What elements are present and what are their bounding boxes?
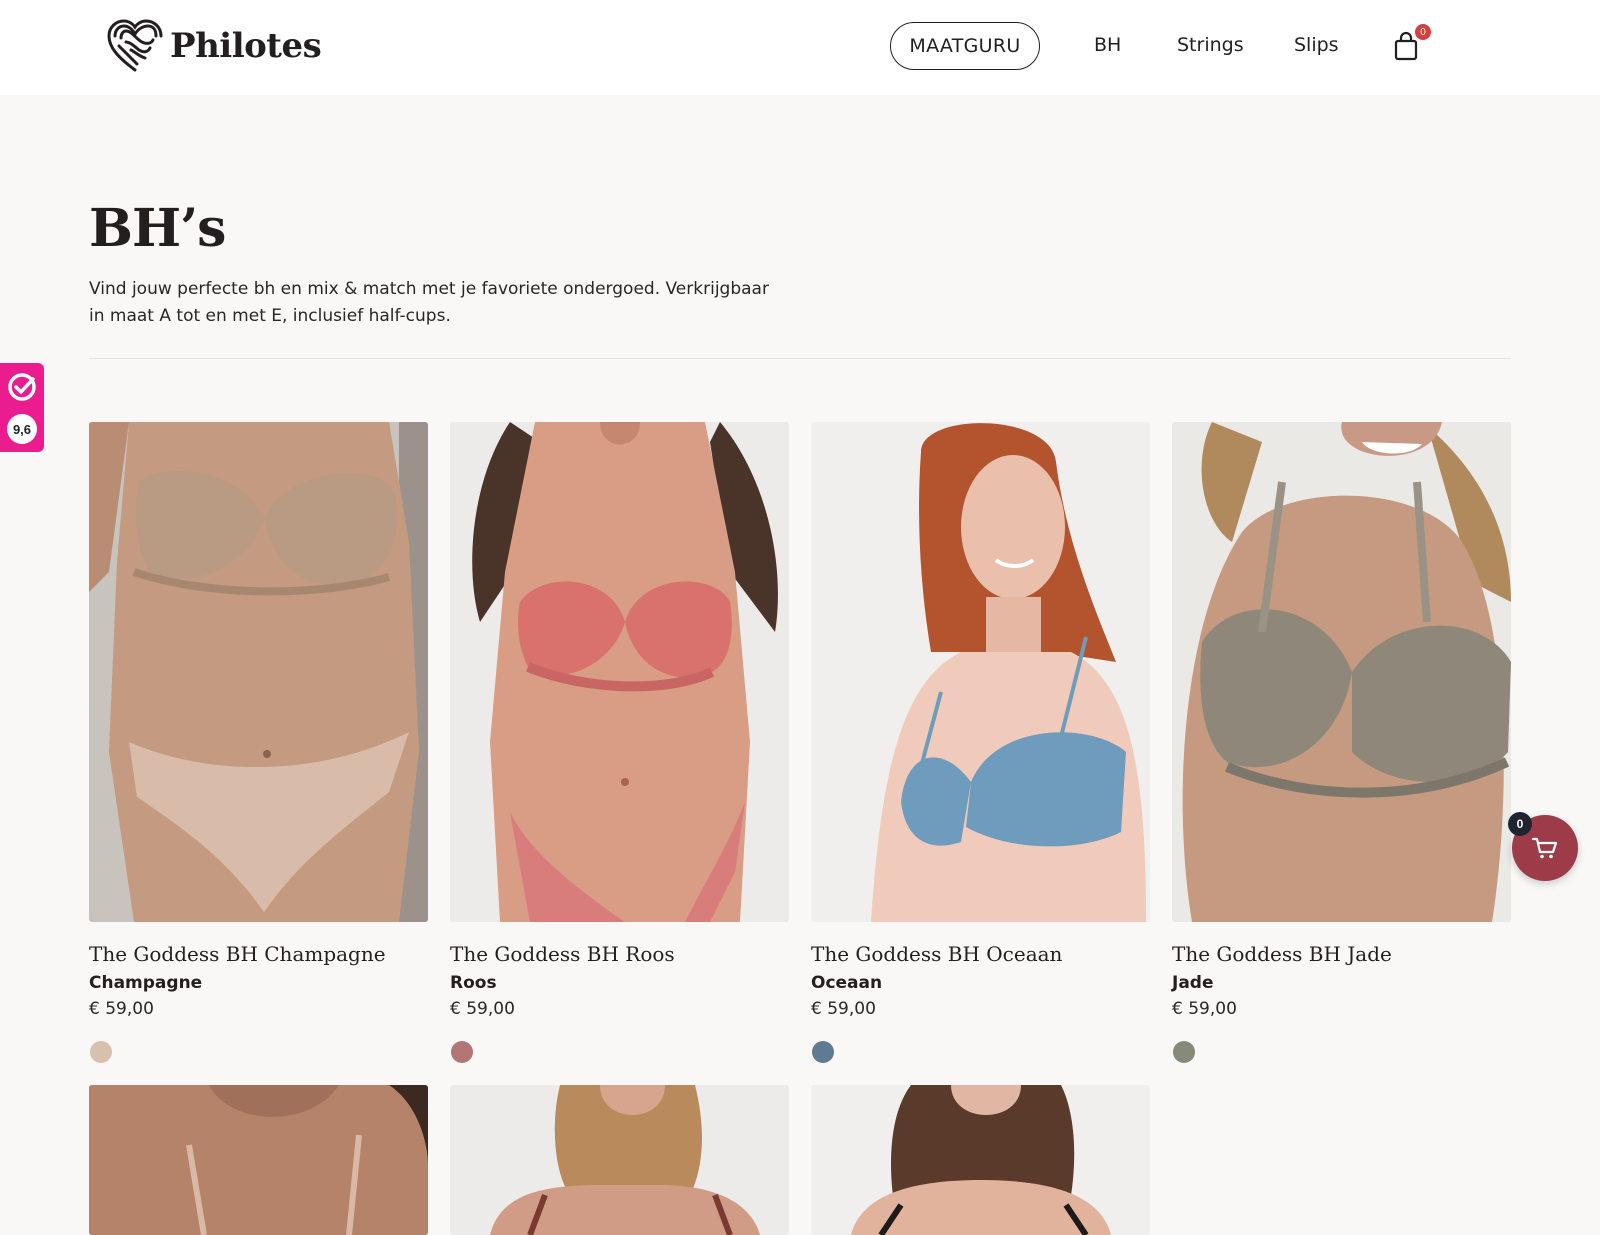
product-name[interactable]: The Goddess BH Champagne: [89, 942, 428, 966]
product-image[interactable]: [89, 422, 428, 922]
model-photo: [1172, 422, 1511, 922]
cart-icon: [1531, 837, 1558, 859]
product-color: Jade: [1172, 973, 1214, 993]
product-name[interactable]: The Goddess BH Roos: [450, 942, 789, 966]
product-image[interactable]: [450, 422, 789, 922]
divider: [89, 358, 1511, 359]
color-swatch[interactable]: [90, 1041, 112, 1063]
site-header: Philotes MAATGURU BH Strings Slips 0: [0, 0, 1600, 95]
cart-count-badge: 0: [1415, 24, 1431, 40]
product-color: Champagne: [89, 973, 203, 993]
color-swatch[interactable]: [812, 1041, 834, 1063]
product-price: € 59,00: [1172, 999, 1237, 1019]
product-image[interactable]: [811, 422, 1150, 922]
model-photo: [89, 1085, 428, 1235]
model-photo: [811, 1085, 1150, 1235]
model-photo: [450, 1085, 789, 1235]
color-swatch[interactable]: [1173, 1041, 1195, 1063]
product-price: € 59,00: [89, 999, 154, 1019]
page-title: BH’s: [89, 198, 226, 259]
shopping-bag-icon: [1394, 31, 1418, 61]
product-image[interactable]: [450, 1085, 789, 1235]
color-swatch[interactable]: [451, 1041, 473, 1063]
fingerprint-heart-icon: [107, 19, 163, 72]
review-widget[interactable]: 9,6: [0, 363, 44, 452]
product-image[interactable]: [1172, 422, 1511, 922]
nav-link-strings[interactable]: Strings: [1177, 34, 1244, 56]
review-score: 9,6: [7, 414, 37, 444]
product-color: Oceaan: [811, 973, 883, 993]
nav-link-slips[interactable]: Slips: [1294, 34, 1339, 56]
nav-link-bh[interactable]: BH: [1094, 34, 1121, 56]
page-intro: Vind jouw perfecte bh en mix & match met…: [89, 279, 769, 326]
product-image[interactable]: [89, 1085, 428, 1235]
model-photo: [89, 422, 428, 922]
brand-name: Philotes: [170, 26, 322, 66]
product-name[interactable]: The Goddess BH Jade: [1172, 942, 1511, 966]
product-image[interactable]: [811, 1085, 1150, 1235]
floating-cart-count: 0: [1508, 812, 1532, 836]
brand-logo[interactable]: Philotes: [105, 18, 322, 74]
product-price: € 59,00: [811, 999, 876, 1019]
kiyoh-check-icon: [8, 373, 36, 401]
product-color: Roos: [450, 973, 497, 993]
product-name[interactable]: The Goddess BH Oceaan: [811, 942, 1150, 966]
product-price: € 59,00: [450, 999, 515, 1019]
header-cart-button[interactable]: 0: [1391, 24, 1431, 68]
model-photo: [811, 422, 1150, 922]
nav-size-guide-button[interactable]: MAATGURU: [890, 22, 1040, 70]
model-photo: [450, 422, 789, 922]
